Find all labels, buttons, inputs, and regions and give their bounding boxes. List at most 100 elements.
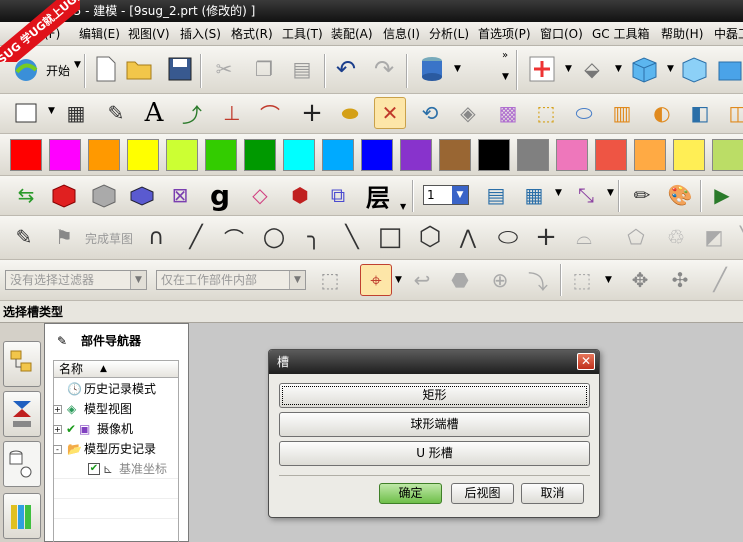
cancel-button[interactable]: 取消 (521, 483, 584, 504)
line-icon[interactable]: ╱ (180, 221, 212, 253)
layer-settings-icon[interactable]: 层 (362, 179, 394, 212)
isometric-view-icon[interactable] (678, 53, 710, 85)
close-icon[interactable]: ✕ (577, 353, 595, 370)
sketch-rectangle-icon[interactable] (10, 97, 42, 129)
reuse-library-tab[interactable] (3, 493, 41, 539)
sketch-point-icon[interactable]: + (530, 221, 562, 253)
assembly-navigator-tab[interactable] (3, 341, 41, 387)
layer-cylinder-icon[interactable] (416, 53, 448, 85)
work-layer-dropdown-icon[interactable]: ▼ (452, 186, 468, 204)
play-icon[interactable]: ▶ (706, 179, 738, 211)
quick-pick-icon[interactable]: ⤵ (522, 264, 554, 296)
swap-display-icon[interactable]: ⇆ (10, 179, 42, 211)
mirror-curve-icon[interactable]: ♲ (660, 221, 692, 253)
rectangular-slot-button[interactable]: 矩形 (279, 383, 590, 408)
open-folder-icon[interactable] (124, 53, 156, 85)
point-icon[interactable]: + (296, 97, 328, 129)
color-swatch[interactable] (166, 139, 198, 171)
ok-button[interactable]: 确定 (379, 483, 442, 504)
dialog-title-bar[interactable]: 槽 ✕ (269, 350, 599, 374)
csys-axes-icon[interactable]: ⊥ (216, 97, 248, 129)
polygon-icon[interactable]: ⬡ (414, 221, 446, 253)
color-swatch[interactable] (88, 139, 120, 171)
revolve-icon[interactable]: ⟲ (414, 97, 446, 129)
crosshair-icon[interactable]: ⊕ (484, 264, 516, 296)
menu-help[interactable]: 帮助(H) (661, 26, 703, 43)
cylinder-icon[interactable]: ⬭ (568, 97, 600, 129)
curve-icon[interactable]: ⌒ (254, 97, 286, 129)
cut-icon[interactable]: ✂ (208, 53, 240, 85)
circle-icon[interactable]: ○ (258, 221, 290, 253)
snap-line-icon[interactable]: ╱ (704, 264, 736, 296)
menu-extra[interactable]: 中磊工 (714, 26, 743, 43)
color-swatch[interactable] (205, 139, 237, 171)
pin-icon[interactable]: ✎ (57, 324, 67, 358)
fillet-icon[interactable]: ╮ (298, 221, 330, 253)
snap-dropdown-icon[interactable]: ▼ (395, 275, 402, 285)
copy-icon[interactable]: ❐ (248, 53, 280, 85)
toolbar-overflow-icon[interactable]: » (502, 50, 508, 61)
surface-icon[interactable]: ◈ (452, 97, 484, 129)
part-navigator-tab[interactable] (3, 441, 41, 487)
color-swatch[interactable] (439, 139, 471, 171)
datum-plane-icon[interactable]: ▦ (60, 97, 92, 129)
color-swatch[interactable] (634, 139, 666, 171)
toolbar-options-icon[interactable]: ▼ (502, 72, 509, 82)
edit-section-icon[interactable]: ◇ (244, 179, 276, 211)
shaded-block-icon[interactable] (48, 179, 80, 211)
hole-icon[interactable]: ◐ (646, 97, 678, 129)
snap-mid-icon[interactable]: ✣ (664, 264, 696, 296)
constraint-navigator-tab[interactable] (3, 391, 41, 437)
pocket-icon[interactable]: ▥ (606, 97, 638, 129)
wireframe-icon[interactable]: ⊠ (164, 179, 196, 211)
color-swatch[interactable] (673, 139, 705, 171)
assembly-select-icon[interactable]: ⬚ (314, 264, 346, 296)
color-swatch[interactable] (283, 139, 315, 171)
chamfer-icon[interactable]: ╲ (336, 221, 368, 253)
hide-icon[interactable]: ⬢ (284, 179, 316, 211)
top-view-icon[interactable] (714, 53, 743, 85)
color-swatch[interactable] (127, 139, 159, 171)
color-swatch[interactable] (556, 139, 588, 171)
boss-icon[interactable]: ◧ (684, 97, 716, 129)
gray-block-icon[interactable] (88, 179, 120, 211)
trimetric-view-icon[interactable] (628, 53, 660, 85)
finish-sketch-flag-icon[interactable]: ⚑ (48, 221, 80, 253)
expand-icon[interactable]: + (53, 425, 62, 434)
type-filter-combo[interactable]: 没有选择过滤器 ▼ (5, 270, 147, 290)
layer-settings-dropdown-icon[interactable]: ▼ (400, 202, 406, 211)
project-curve-icon[interactable]: ╲ (730, 221, 743, 253)
color-swatch[interactable] (361, 139, 393, 171)
trim-curve-icon[interactable]: ✕ (374, 97, 406, 129)
layer-dropdown-icon[interactable]: ▼ (454, 64, 461, 74)
redo-icon[interactable]: ↷ (368, 53, 400, 85)
menu-info[interactable]: 信息(I) (383, 26, 420, 43)
move-to-layer-icon[interactable]: ▦ (518, 179, 550, 211)
select-body-icon[interactable]: ⬣ (444, 264, 476, 296)
color-swatch[interactable] (478, 139, 510, 171)
color-swatch[interactable] (400, 139, 432, 171)
menu-insert[interactable]: 插入(S) (180, 26, 221, 43)
datum-csys-icon[interactable]: ⤴ (176, 97, 208, 129)
sketch-dropdown-icon[interactable]: ▼ (48, 106, 55, 116)
menu-tools[interactable]: 工具(T) (282, 26, 323, 43)
color-swatch[interactable] (517, 139, 549, 171)
color-swatch[interactable] (10, 139, 42, 171)
selection-scope-combo[interactable]: 仅在工作部件内部 ▼ (156, 270, 306, 290)
snap-end-icon[interactable]: ✥ (624, 264, 656, 296)
finish-sketch-button[interactable]: 完成草图 (85, 230, 133, 247)
visibility-checkbox[interactable]: ✔ (88, 463, 100, 475)
color-swatch[interactable] (712, 139, 743, 171)
mesh-surface-icon[interactable]: ▩ (492, 97, 524, 129)
u-slot-button[interactable]: U 形槽 (279, 441, 590, 466)
edit-object-display-icon[interactable]: ✏ (626, 179, 658, 211)
sketch-icon[interactable]: ✎ (8, 221, 40, 253)
color-settings-icon[interactable]: 🎨 (664, 179, 696, 211)
render-dropdown-icon[interactable]: ▼ (615, 64, 622, 74)
save-icon[interactable] (164, 53, 196, 85)
wcs-icon[interactable]: ⤡ (570, 179, 602, 211)
color-swatch[interactable] (49, 139, 81, 171)
text-icon[interactable]: A (138, 97, 170, 129)
undo-icon[interactable]: ↶ (330, 53, 362, 85)
color-swatch[interactable] (322, 139, 354, 171)
